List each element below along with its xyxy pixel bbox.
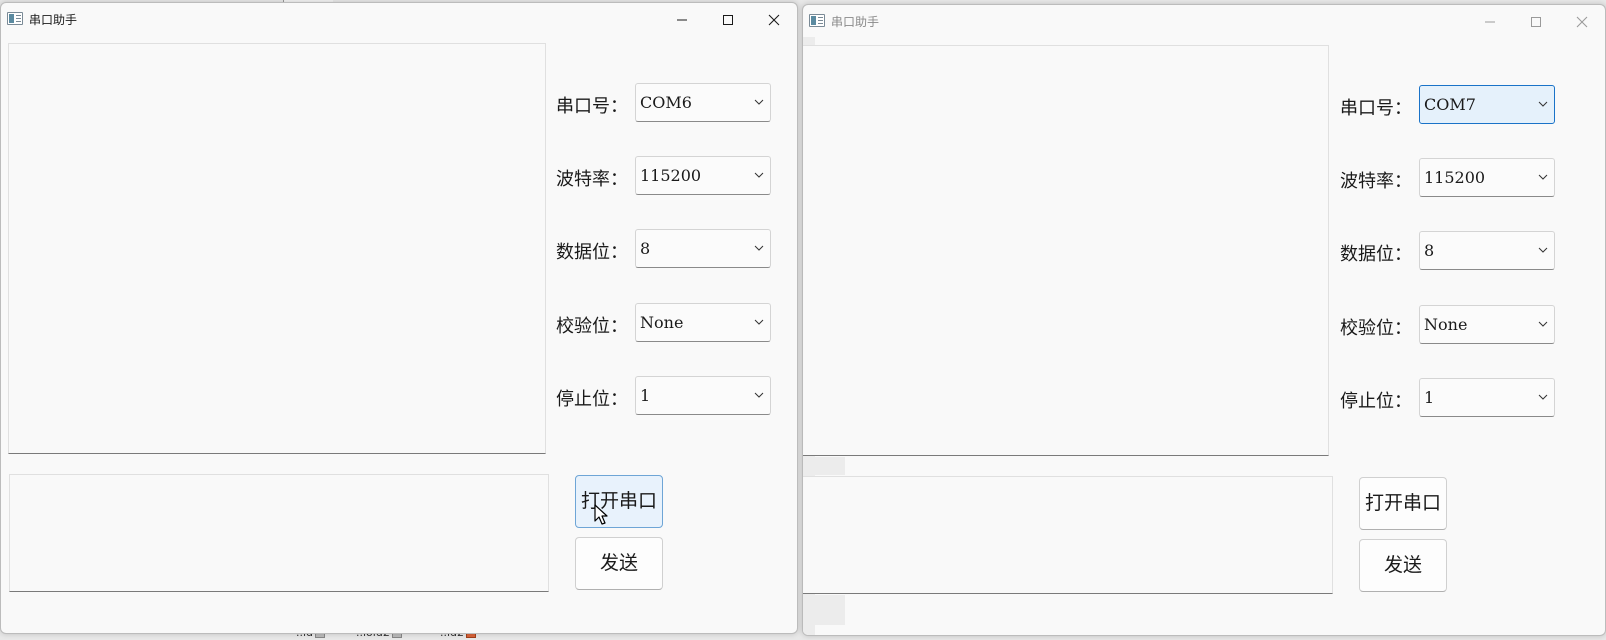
maximize-icon	[723, 15, 733, 25]
close-button[interactable]	[751, 3, 797, 35]
data-bits-label: 数据位：	[556, 242, 628, 263]
data-bits-label: 数据位：	[1340, 244, 1412, 265]
parity-combobox[interactable]: None	[1419, 305, 1555, 344]
chevron-down-icon	[754, 245, 764, 251]
send-button[interactable]: 发送	[1359, 539, 1447, 592]
data-bits-combobox[interactable]: 8	[1419, 231, 1555, 270]
chevron-down-icon	[754, 319, 764, 325]
port-label: 串口号：	[556, 96, 628, 117]
combo-value: 115200	[1424, 168, 1486, 187]
chevron-down-icon	[1538, 394, 1548, 400]
stop-bits-combobox[interactable]: 1	[1419, 378, 1555, 417]
combo-value: 8	[640, 239, 651, 258]
parity-label: 校验位：	[1340, 318, 1412, 339]
chevron-down-icon	[754, 172, 764, 178]
chevron-down-icon	[754, 392, 764, 398]
chevron-down-icon	[754, 99, 764, 105]
send-textarea[interactable]	[9, 474, 549, 592]
minimize-icon	[1485, 21, 1495, 23]
combo-value: 1	[1424, 388, 1435, 407]
title-bar[interactable]: 串口助手	[803, 5, 1605, 37]
chevron-down-icon	[1538, 247, 1548, 253]
combo-value: 1	[640, 386, 651, 405]
combo-value: None	[640, 313, 684, 332]
baud-rate-label: 波特率：	[1340, 171, 1412, 192]
stop-bits-label: 停止位：	[556, 389, 628, 410]
port-combobox[interactable]: COM7	[1419, 85, 1555, 124]
close-icon	[1576, 16, 1588, 28]
window-title: 串口助手	[29, 13, 78, 27]
combo-value: 8	[1424, 241, 1435, 260]
baud-rate-label: 波特率：	[556, 169, 628, 190]
combo-value: COM7	[1424, 95, 1476, 114]
send-button[interactable]: 发送	[575, 537, 663, 590]
data-bits-combobox[interactable]: 8	[635, 229, 771, 268]
send-textarea[interactable]	[803, 476, 1333, 594]
maximize-button[interactable]	[705, 3, 751, 35]
port-combobox[interactable]: COM6	[635, 83, 771, 122]
title-bar[interactable]: 串口助手	[1, 3, 797, 35]
close-icon	[768, 14, 780, 26]
chevron-down-icon	[1538, 174, 1548, 180]
combo-value: 115200	[640, 166, 702, 185]
parity-combobox[interactable]: None	[635, 303, 771, 342]
receive-textarea[interactable]	[8, 43, 546, 454]
stop-bits-combobox[interactable]: 1	[635, 376, 771, 415]
chevron-down-icon	[1538, 321, 1548, 327]
minimize-icon	[677, 19, 687, 21]
parity-label: 校验位：	[556, 316, 628, 337]
render-artifact	[815, 457, 845, 475]
mouse-pointer-icon	[594, 504, 608, 525]
stop-bits-label: 停止位：	[1340, 391, 1412, 412]
maximize-button[interactable]	[1513, 5, 1559, 37]
baud-rate-combobox[interactable]: 115200	[1419, 158, 1555, 197]
open-port-button[interactable]: 打开串口	[575, 475, 663, 528]
close-button[interactable]	[1559, 5, 1605, 37]
minimize-button[interactable]	[659, 3, 705, 35]
serial-assistant-window-1: 串口助手 串口号： COM6 波特率： 115200 数据位： 8 校验位： N…	[0, 2, 798, 634]
maximize-icon	[1531, 17, 1541, 27]
minimize-button[interactable]	[1467, 5, 1513, 37]
render-artifact	[815, 595, 845, 625]
combo-value: None	[1424, 315, 1468, 334]
combo-value: COM6	[640, 93, 692, 112]
baud-rate-combobox[interactable]: 115200	[635, 156, 771, 195]
chevron-down-icon	[1538, 101, 1548, 107]
open-port-button[interactable]: 打开串口	[1359, 477, 1447, 530]
window-title: 串口助手	[831, 15, 880, 29]
app-window-icon	[809, 14, 825, 27]
serial-assistant-window-2: 串口助手 串口号： COM7 波特率： 115200 数据位： 8 校验位： N…	[802, 4, 1606, 636]
receive-textarea[interactable]	[803, 45, 1329, 456]
app-window-icon	[7, 12, 23, 25]
port-label: 串口号：	[1340, 98, 1412, 119]
